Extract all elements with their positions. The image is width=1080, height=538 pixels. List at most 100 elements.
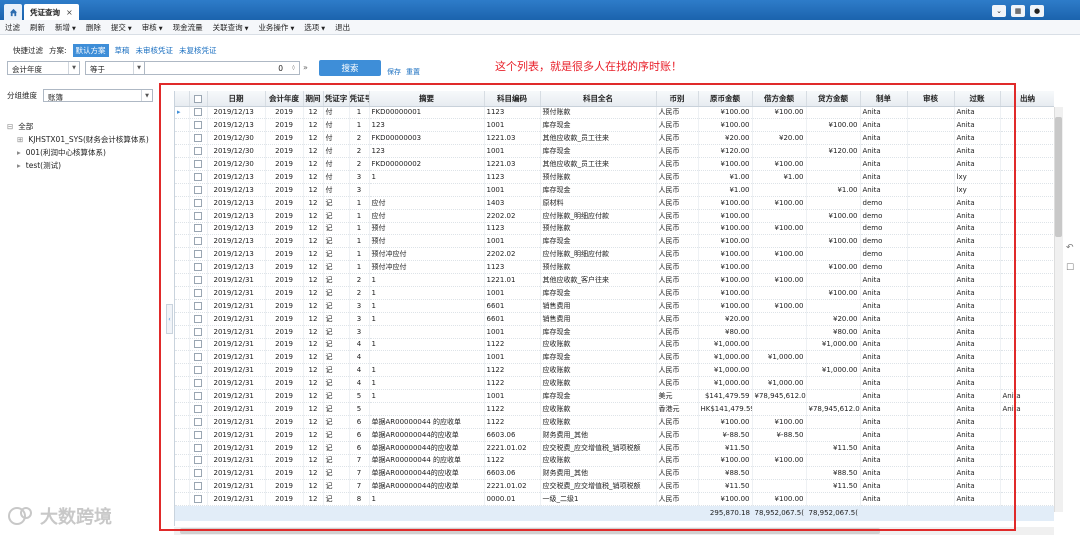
table-row[interactable]: 2019/12/31 2019 12 记 4 1 1122 应收账款 人民币 ¥1,000.00 ¥… [175, 376, 1054, 391]
row-checkbox-cell[interactable] [189, 273, 208, 287]
row-checkbox[interactable] [194, 263, 202, 272]
row-checkbox-cell[interactable] [189, 350, 208, 365]
tree-toggle-icon[interactable]: ▸ [17, 148, 21, 157]
row-checkbox[interactable] [194, 185, 202, 194]
table-row[interactable]: 2019/12/31 2019 12 记 5 1122 应收账款 香港元 HK$141,479.… [175, 402, 1054, 416]
row-checkbox[interactable] [194, 276, 202, 285]
row-checkbox[interactable] [194, 495, 202, 504]
help-icon[interactable]: ● [1030, 5, 1044, 17]
row-checkbox-cell[interactable] [189, 144, 208, 159]
tab-close-icon[interactable]: × [66, 8, 73, 17]
vertical-scroll-thumb[interactable] [1055, 117, 1062, 237]
row-checkbox-cell[interactable] [189, 247, 208, 262]
row-checkbox-cell[interactable] [189, 118, 208, 133]
row-checkbox-cell[interactable] [189, 312, 208, 326]
row-checkbox-cell[interactable] [189, 454, 208, 468]
row-checkbox-cell[interactable] [189, 338, 208, 352]
row-checkbox-cell[interactable] [189, 479, 208, 494]
table-row[interactable]: 2019/12/31 2019 12 记 7 单据AR00000044 的应收单 1122 应… [175, 454, 1054, 468]
tree-node[interactable]: ⊞ KJHSTX01_SYS(财务会计核算体系) [5, 133, 155, 146]
row-checkbox[interactable] [194, 211, 202, 220]
reset-link[interactable]: 重置 [406, 67, 420, 77]
table-row[interactable]: 2019/12/31 2019 12 记 2 1 1001 库存现金 人民币 ¥100.00 ¥10… [175, 286, 1054, 300]
row-checkbox[interactable] [194, 224, 202, 233]
column-header[interactable]: 出纳 [1000, 91, 1054, 107]
undo-icon[interactable]: ↶ [1066, 243, 1074, 253]
row-checkbox[interactable] [194, 404, 202, 413]
table-row[interactable]: 2019/12/31 2019 12 记 3 1 6601 销售费用 人民币 ¥20.00 ¥20.… [175, 312, 1054, 326]
row-checkbox-cell[interactable] [189, 428, 208, 442]
table-row[interactable]: 2019/12/31 2019 12 记 7 单据AR00000044的应收单 2221.0… [175, 479, 1054, 494]
column-header[interactable]: 制单 [860, 91, 908, 107]
menu-item-10[interactable]: 退出 [330, 22, 355, 33]
row-checkbox[interactable] [194, 134, 202, 143]
row-checkbox-cell[interactable] [189, 234, 208, 249]
table-row[interactable]: 2019/12/31 2019 12 记 4 1 1122 应收账款 人民币 ¥1,000.00 ¥… [175, 338, 1054, 352]
column-header[interactable] [189, 91, 208, 107]
row-checkbox[interactable] [194, 482, 202, 491]
row-checkbox-cell[interactable] [189, 441, 208, 455]
column-header[interactable]: 审核 [907, 91, 955, 107]
column-header[interactable]: 凭证字 [323, 91, 350, 107]
filter-value-input[interactable]: 0 ◊ [144, 61, 300, 75]
row-checkbox-cell[interactable] [189, 131, 208, 146]
tree-node[interactable]: ⊟ 全部 [5, 120, 155, 133]
table-row[interactable]: 2019/12/31 2019 12 记 4 1 1122 应收账款 人民币 ¥1,000.00 ¥… [175, 363, 1054, 378]
panel-collapse-handle[interactable]: ‹ [166, 304, 173, 334]
row-checkbox[interactable] [194, 443, 202, 452]
row-checkbox[interactable] [194, 172, 202, 181]
row-checkbox-cell[interactable] [189, 466, 208, 481]
tab-voucher-query[interactable]: 凭证查询 × [24, 4, 79, 20]
table-row[interactable]: 2019/12/13 2019 12 记 1 预付 1123 预付账款 人民币 ¥100.00 ¥1… [175, 222, 1054, 236]
table-row[interactable]: 2019/12/13 2019 12 记 1 预付冲应付 1123 预付账款 人民币 ¥100.0… [175, 260, 1054, 275]
row-checkbox[interactable] [194, 456, 202, 465]
column-header[interactable]: 期间 [303, 91, 324, 107]
menu-item-8[interactable]: 业务操作 ▼ [253, 22, 299, 33]
row-checkbox[interactable] [194, 314, 202, 323]
row-checkbox-cell[interactable] [189, 402, 208, 416]
horizontal-scroll-thumb[interactable] [180, 528, 880, 534]
menu-item-1[interactable]: 刷新 [25, 22, 50, 33]
table-row[interactable]: 2019/12/30 2019 12 付 2 FKD00000002 1221.03 其他应收… [175, 157, 1054, 171]
row-checkbox[interactable] [194, 147, 202, 156]
row-checkbox[interactable] [194, 301, 202, 310]
row-checkbox-cell[interactable] [189, 325, 208, 339]
table-row[interactable]: 2019/12/31 2019 12 记 5 1 1001 库存现金 美元 $141,479.59… [175, 389, 1054, 403]
column-header[interactable]: 日期 [207, 91, 266, 107]
scheme-unaudited[interactable]: 未审核凭证 [136, 45, 174, 56]
menu-item-3[interactable]: 删除 [81, 22, 106, 33]
tree-toggle-icon[interactable]: ▸ [17, 161, 21, 170]
row-checkbox-cell[interactable] [189, 415, 208, 429]
row-checkbox-cell[interactable] [189, 376, 208, 391]
column-header[interactable]: 贷方金额 [806, 91, 861, 107]
menu-item-2[interactable]: 新增 ▼ [50, 22, 81, 33]
row-checkbox[interactable] [194, 392, 202, 401]
row-checkbox[interactable] [194, 379, 202, 388]
table-row[interactable]: 2019/12/30 2019 12 付 2 123 1001 库存现金 人民币 ¥120.00 ¥… [175, 144, 1054, 159]
row-checkbox-cell[interactable] [189, 389, 208, 403]
table-row[interactable]: 2019/12/31 2019 12 记 7 单据AR00000044的应收单 6603.0… [175, 466, 1054, 481]
column-header[interactable]: 会计年度 [265, 91, 304, 107]
menu-item-9[interactable]: 选项 ▼ [299, 22, 330, 33]
tree-toggle-icon[interactable]: ⊟ [7, 122, 13, 131]
row-checkbox-cell[interactable] [189, 286, 208, 300]
row-checkbox[interactable] [194, 237, 202, 246]
menu-item-0[interactable]: 过滤 [0, 22, 25, 33]
table-row[interactable]: 2019/12/13 2019 12 记 1 预付冲应付 2202.02 应付账款_明细应付款… [175, 247, 1054, 262]
row-checkbox-cell[interactable] [189, 170, 208, 184]
row-checkbox[interactable] [194, 327, 202, 336]
collapse-double-icon[interactable]: ⌄ [992, 5, 1006, 17]
row-checkbox[interactable] [194, 366, 202, 375]
table-row[interactable]: 2019/12/13 2019 12 付 3 1 1123 预付账款 人民币 ¥1.00 ¥1.00… [175, 170, 1054, 184]
column-header[interactable]: 科目编码 [484, 91, 541, 107]
search-button[interactable]: 搜索 [319, 60, 381, 76]
row-checkbox-cell[interactable] [189, 196, 208, 210]
column-header[interactable]: 过账 [954, 91, 1001, 107]
row-checkbox-cell[interactable] [189, 260, 208, 275]
table-row[interactable]: 2019/12/13 2019 12 付 3 1001 库存现金 人民币 ¥1.00 ¥1.00 A… [175, 183, 1054, 197]
column-header[interactable]: 原币金额 [698, 91, 753, 107]
table-row[interactable]: 2019/12/13 2019 12 付 1 123 1001 库存现金 人民币 ¥100.00 ¥… [175, 118, 1054, 133]
home-tab[interactable] [4, 4, 22, 20]
scheme-unreviewed[interactable]: 未复核凭证 [179, 45, 217, 56]
row-checkbox-cell[interactable] [189, 209, 208, 223]
